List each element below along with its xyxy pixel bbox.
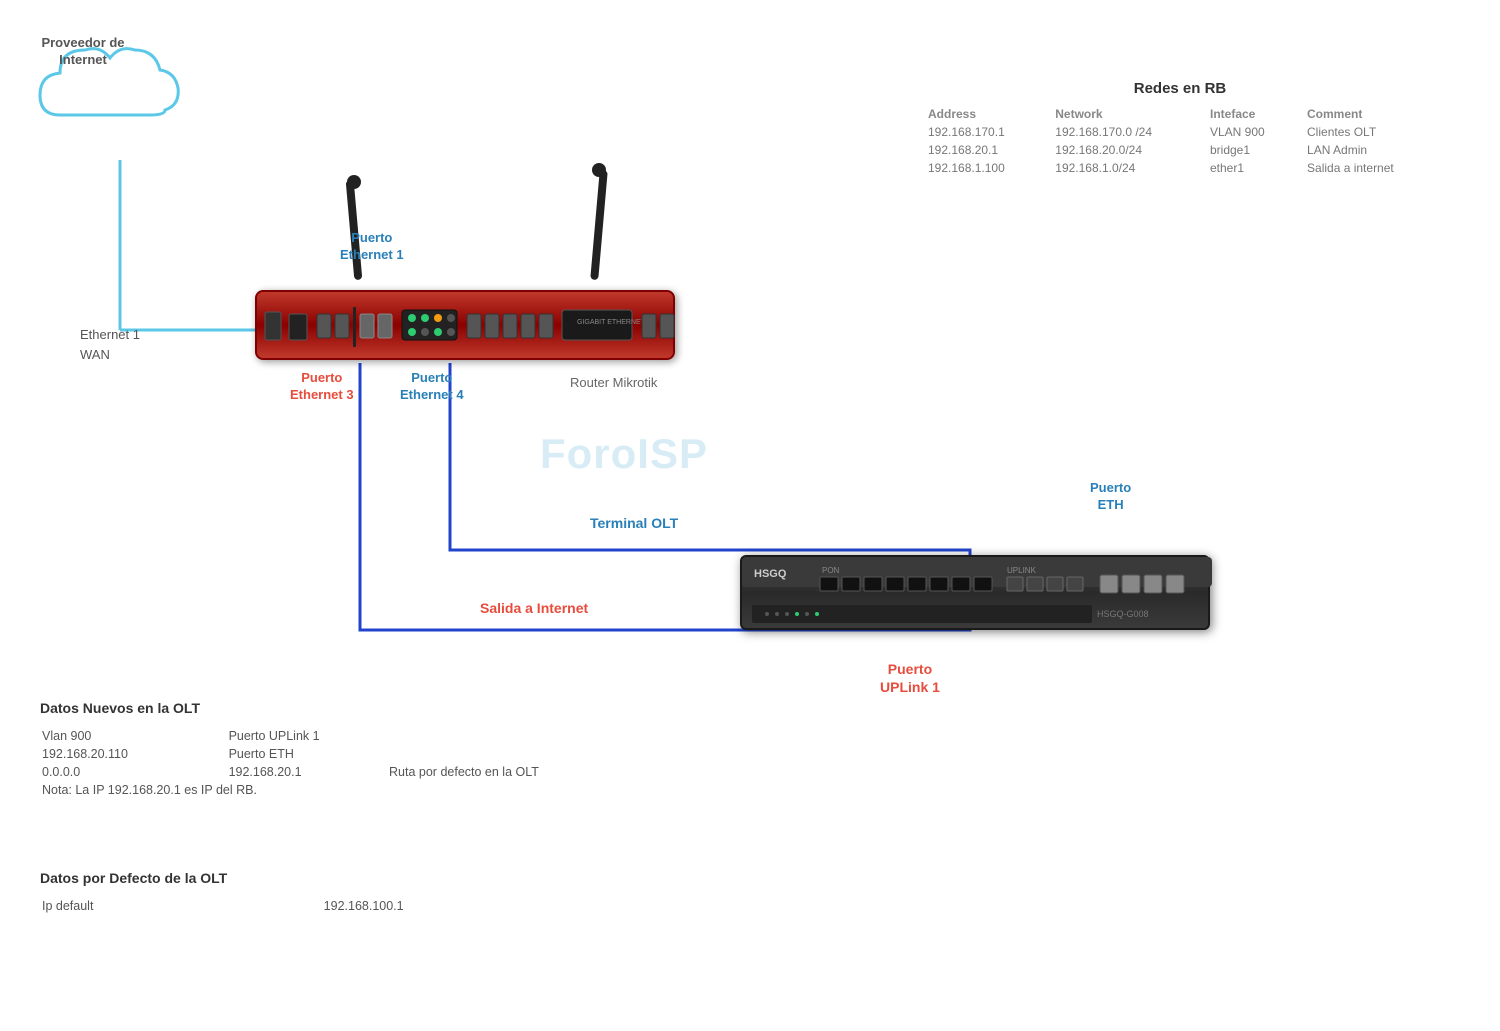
eth1-wan-label: Ethernet 1 WAN	[80, 325, 140, 364]
svg-text:UPLINK: UPLINK	[1007, 566, 1037, 575]
redes-rb-title: Redes en RB	[920, 80, 1440, 97]
datos-defecto-section: Datos por Defecto de la OLT Ip default 1…	[40, 870, 540, 916]
cell-address-2: 192.168.20.1	[920, 141, 1047, 159]
port-uplink-label: Puerto UPLink 1	[880, 660, 940, 696]
router-antenna-ball-left	[347, 175, 361, 189]
cell: Vlan 900	[42, 728, 227, 744]
col-header-comment: Comment	[1299, 105, 1440, 123]
nota-cell: Nota: La IP 192.168.20.1 es IP del RB.	[42, 782, 638, 798]
cell-address-1: 192.168.170.1	[920, 123, 1047, 141]
port-eth4-label: Puerto Ethernet 4	[400, 370, 464, 404]
datos-nuevos-title: Datos Nuevos en la OLT	[40, 700, 640, 716]
router-antenna-ball-right	[592, 163, 606, 177]
salida-internet-label: Salida a Internet	[480, 600, 588, 616]
svg-text:GIGABIT ETHERNET: GIGABIT ETHERNET	[577, 319, 646, 326]
cell: Ip default	[42, 898, 322, 914]
cell	[389, 728, 638, 744]
table-row: Vlan 900 Puerto UPLink 1	[42, 728, 638, 744]
datos-nuevos-section: Datos Nuevos en la OLT Vlan 900 Puerto U…	[40, 700, 640, 800]
cell-comment-1: Clientes OLT	[1299, 123, 1440, 141]
table-row: 0.0.0.0 192.168.20.1 Ruta por defecto en…	[42, 764, 638, 780]
svg-text:HSGQ: HSGQ	[754, 568, 787, 580]
cell: 0.0.0.0	[42, 764, 227, 780]
diagram-container: Proveedor de Internet Ethernet 1 WAN Red…	[0, 0, 1500, 1031]
datos-defecto-title: Datos por Defecto de la OLT	[40, 870, 540, 886]
router-body: GIGABIT ETHERNET	[255, 290, 675, 360]
watermark: ForoISP	[540, 430, 708, 478]
port-eth1-label: Puerto Ethernet 1	[340, 230, 404, 264]
cell-network-1: 192.168.170.0 /24	[1047, 123, 1202, 141]
redes-rb-section: Redes en RB Address Network Inteface Com…	[920, 80, 1440, 177]
cell-interface-3: ether1	[1202, 159, 1299, 177]
col-header-interface: Inteface	[1202, 105, 1299, 123]
cell: 192.168.100.1	[324, 898, 538, 914]
table-row: 192.168.20.110 Puerto ETH	[42, 746, 638, 762]
olt-body: HSGQ PON UPLINK HSGQ-G008	[740, 555, 1210, 630]
router-antenna-right	[590, 170, 608, 280]
cell: Puerto UPLink 1	[229, 728, 387, 744]
table-row: Nota: La IP 192.168.20.1 es IP del RB.	[42, 782, 638, 798]
datos-nuevos-table: Vlan 900 Puerto UPLink 1 192.168.20.110 …	[40, 726, 640, 800]
cell-address-3: 192.168.1.100	[920, 159, 1047, 177]
cell-comment-2: LAN Admin	[1299, 141, 1440, 159]
datos-defecto-table: Ip default 192.168.100.1	[40, 896, 540, 916]
router-label: Router Mikrotik	[570, 375, 657, 390]
table-row: 192.168.20.1 192.168.20.0/24 bridge1 LAN…	[920, 141, 1440, 159]
cell: Ruta por defecto en la OLT	[389, 764, 638, 780]
cell: 192.168.20.110	[42, 746, 227, 762]
table-row: 192.168.1.100 192.168.1.0/24 ether1 Sali…	[920, 159, 1440, 177]
col-header-network: Network	[1047, 105, 1202, 123]
cell-network-3: 192.168.1.0/24	[1047, 159, 1202, 177]
cell-interface-2: bridge1	[1202, 141, 1299, 159]
table-row: 192.168.170.1 192.168.170.0 /24 VLAN 900…	[920, 123, 1440, 141]
port-eth3-label: Puerto Ethernet 3	[290, 370, 354, 404]
cell: 192.168.20.1	[229, 764, 387, 780]
port-eth-label: Puerto ETH	[1090, 480, 1131, 514]
svg-text:PON: PON	[822, 566, 840, 575]
svg-text:HSGQ-G008: HSGQ-G008	[1097, 609, 1149, 619]
col-header-address: Address	[920, 105, 1047, 123]
cell: Puerto ETH	[229, 746, 387, 762]
terminal-olt-label: Terminal OLT	[590, 515, 678, 531]
cell	[389, 746, 638, 762]
cell-network-2: 192.168.20.0/24	[1047, 141, 1202, 159]
cloud-label: Proveedor de Internet	[38, 35, 128, 69]
table-row: Ip default 192.168.100.1	[42, 898, 538, 914]
redes-rb-table: Address Network Inteface Comment 192.168…	[920, 105, 1440, 177]
cell-comment-3: Salida a internet	[1299, 159, 1440, 177]
cell-interface-1: VLAN 900	[1202, 123, 1299, 141]
